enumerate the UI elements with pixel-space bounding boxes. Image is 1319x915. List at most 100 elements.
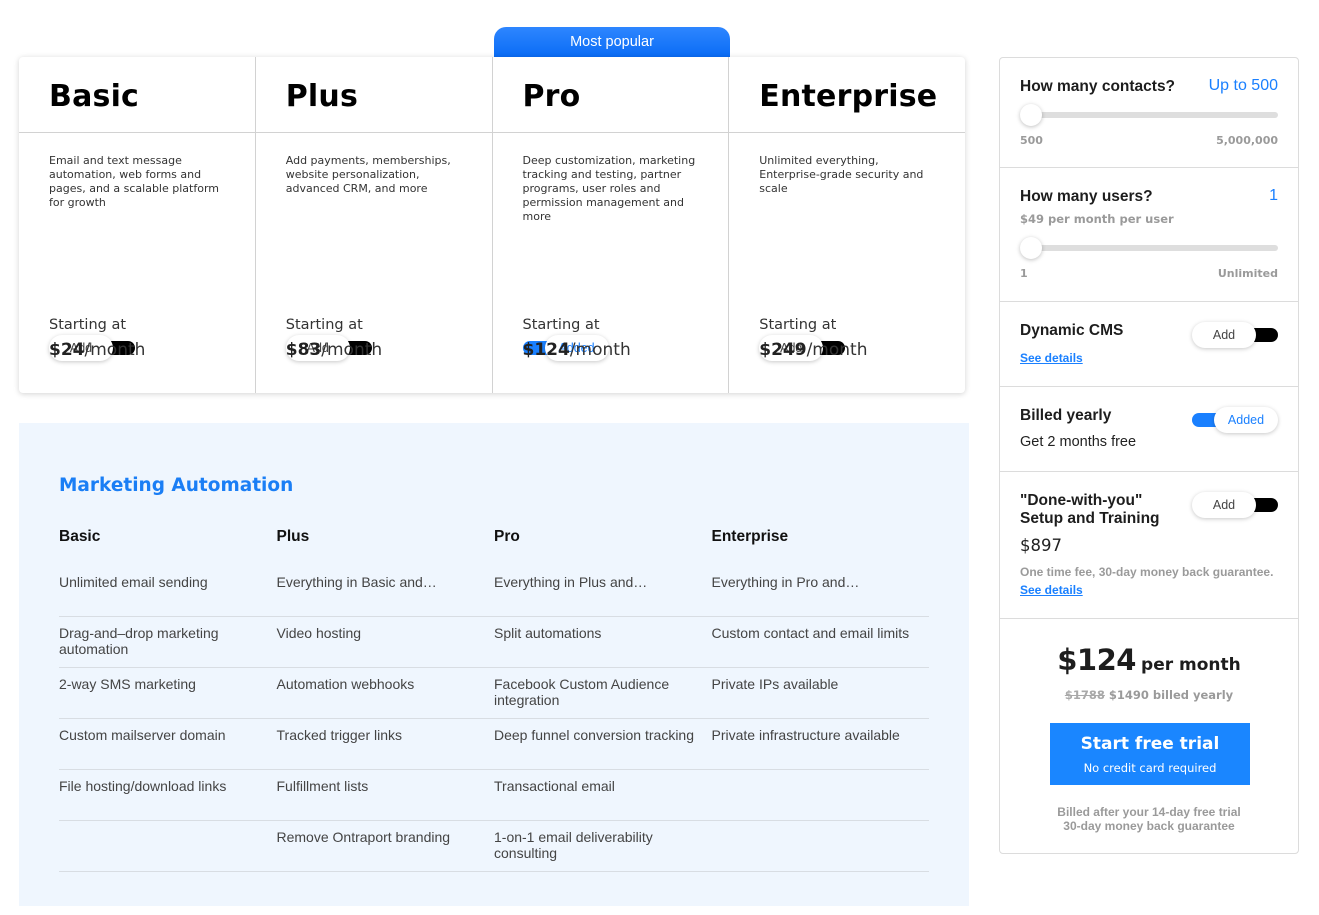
contacts-slider[interactable] — [1020, 104, 1278, 126]
old-yearly-price: $1788 — [1064, 688, 1105, 702]
trial-fine-print-2: 30-day money back guarantee — [1063, 819, 1235, 833]
slider-min-label: 500 — [1020, 134, 1043, 147]
start-free-trial-button[interactable]: Start free trial No credit card required — [1050, 723, 1250, 785]
column-header: Enterprise — [711, 528, 789, 545]
total-period: per month — [1141, 655, 1241, 675]
slider-max-label: 5,000,000 — [1216, 134, 1278, 147]
price-amount: $249 — [759, 340, 807, 360]
yearly-price: $1788 $1490 billed yearly — [1000, 688, 1298, 702]
table-cell: Everything in Pro and… — [711, 574, 860, 590]
billing-toggle[interactable]: Added — [1192, 407, 1278, 433]
setup-see-details-link[interactable]: See details — [1020, 583, 1083, 597]
setup-label-line2: Setup and Training — [1020, 510, 1160, 527]
table-cell: Private infrastructure available — [711, 727, 900, 743]
toggle-label: Add — [1192, 492, 1256, 518]
table-row: 2-way SMS marketing Automation webhooks … — [59, 668, 929, 719]
total-amount: $124 — [1057, 643, 1136, 677]
slider-rail — [1020, 245, 1278, 251]
billing-section: Billed yearly Get 2 months free Added — [1000, 387, 1298, 472]
table-cell: Everything in Basic and… — [276, 574, 437, 590]
plan-price: $24/month — [49, 340, 145, 360]
toggle-label: Added — [1214, 407, 1278, 433]
table-cell — [59, 829, 277, 871]
table-cell — [712, 829, 930, 871]
pricing-sidebar: How many contacts? Up to 500 500 5,000,0… — [999, 57, 1299, 854]
table-row: File hosting/download links Fulfillment … — [59, 770, 929, 821]
billing-label: Billed yearly — [1020, 407, 1112, 424]
starting-at-label: Starting at — [759, 317, 837, 333]
billing-note: Get 2 months free — [1020, 434, 1137, 450]
table-cell: Private IPs available — [711, 676, 839, 692]
table-cell: Split automations — [494, 625, 602, 641]
column-header: Basic — [59, 528, 101, 545]
trial-fine-print-1: Billed after your 14-day free trial — [1057, 805, 1241, 819]
table-cell: 1-on-1 email deliverability consulting — [494, 829, 653, 861]
plan-description: Email and text message automation, web f… — [49, 154, 219, 209]
contacts-label: How many contacts? — [1020, 78, 1176, 95]
table-cell — [712, 778, 930, 820]
contacts-value: Up to 500 — [1208, 77, 1278, 94]
slider-max-label: Unlimited — [1217, 267, 1278, 280]
starting-at-label: Starting at — [49, 317, 127, 333]
table-cell: Drag-and–drop marketing automation — [59, 625, 219, 657]
feature-comparison: Marketing Automation Basic Plus Pro Ente… — [19, 423, 969, 906]
feature-section-title: Marketing Automation — [59, 475, 294, 496]
table-cell: Custom contact and email limits — [711, 625, 910, 641]
starting-at-label: Starting at — [522, 317, 600, 333]
users-section: How many users? 1 $49 per month per user… — [1000, 168, 1298, 302]
plan-pro: Pro Deep customization, marketing tracki… — [492, 57, 730, 393]
table-cell: Facebook Custom Audience integration — [494, 676, 670, 708]
toggle-label: Add — [1192, 322, 1256, 348]
cms-toggle[interactable]: Add — [1192, 322, 1278, 348]
table-cell: Video hosting — [276, 625, 362, 641]
table-row: Drag-and–drop marketing automation Video… — [59, 617, 929, 668]
new-yearly-price: $1490 billed yearly — [1108, 688, 1234, 702]
table-cell: Automation webhooks — [276, 676, 415, 692]
table-cell: File hosting/download links — [59, 778, 227, 794]
cms-see-details-link[interactable]: See details — [1020, 351, 1083, 365]
most-popular-badge: Most popular — [494, 27, 730, 57]
plan-name: Basic — [49, 79, 140, 114]
plans-card: Basic Email and text message automation,… — [19, 57, 965, 393]
users-price-note: $49 per month per user — [1020, 212, 1174, 226]
table-cell: Deep funnel conversion tracking — [494, 727, 695, 743]
contacts-section: How many contacts? Up to 500 500 5,000,0… — [1000, 58, 1298, 168]
feature-table-header: Basic Plus Pro Enterprise — [59, 526, 929, 566]
cms-section: Dynamic CMS See details Add — [1000, 302, 1298, 387]
plan-description: Add payments, memberships, website perso… — [285, 154, 451, 195]
cms-label: Dynamic CMS — [1020, 322, 1124, 339]
table-cell: Unlimited email sending — [59, 574, 208, 590]
slider-thumb[interactable] — [1020, 104, 1042, 126]
plan-price: $83/month — [286, 340, 382, 360]
plan-plus: Plus Add payments, memberships, website … — [255, 57, 493, 393]
price-period: /month — [84, 340, 146, 360]
setup-toggle[interactable]: Add — [1192, 492, 1278, 518]
column-header: Plus — [276, 528, 310, 545]
users-label: How many users? — [1020, 188, 1153, 205]
table-cell: Tracked trigger links — [276, 727, 403, 743]
table-cell: Everything in Plus and… — [494, 574, 648, 590]
plan-description: Unlimited everything, Enterprise-grade s… — [759, 154, 924, 195]
plan-name: Enterprise — [759, 79, 938, 114]
plan-price: $249/month — [759, 340, 867, 360]
users-value: 1 — [1269, 187, 1278, 204]
setup-label-line1: "Done-with-you" — [1020, 492, 1143, 509]
table-row: Remove Ontraport branding 1-on-1 email d… — [59, 821, 929, 872]
plan-name: Plus — [285, 79, 359, 114]
setup-note: One time fee, 30-day money back guarante… — [1020, 565, 1274, 579]
price-amount: $24 — [49, 340, 85, 360]
plan-price: $124/month — [523, 340, 631, 360]
table-cell: 2-way SMS marketing — [59, 676, 196, 692]
setup-section: "Done-with-you" Setup and Training $897 … — [1000, 472, 1298, 619]
column-header: Pro — [494, 528, 520, 545]
price-amount: $83 — [285, 340, 322, 360]
starting-at-label: Starting at — [285, 317, 363, 333]
plan-name: Pro — [522, 79, 581, 114]
slider-min-label: 1 — [1020, 267, 1028, 280]
plan-description: Deep customization, marketing tracking a… — [522, 154, 696, 223]
table-cell: Fulfillment lists — [276, 778, 369, 794]
slider-thumb[interactable] — [1020, 237, 1042, 259]
users-slider[interactable] — [1020, 237, 1278, 259]
table-row: Custom mailserver domain Tracked trigger… — [59, 719, 929, 770]
cta-main-label: Start free trial — [1080, 734, 1220, 754]
